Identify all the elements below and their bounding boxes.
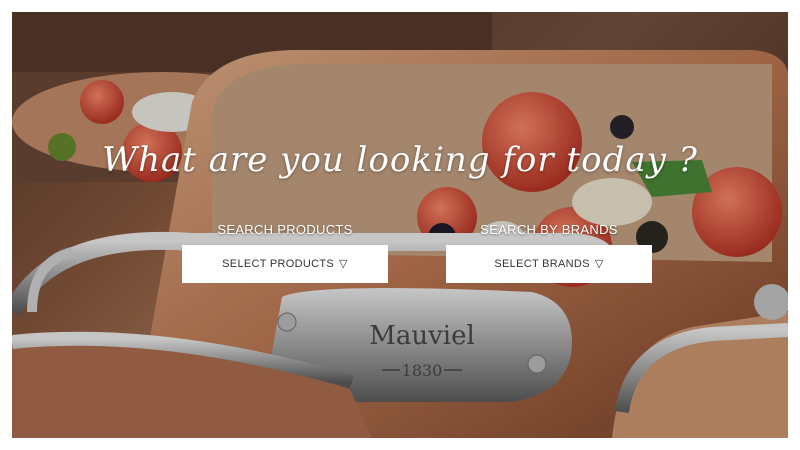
search-brands-label: SEARCH BY BRANDS xyxy=(480,222,618,237)
search-products-group: SEARCH PRODUCTS SELECT PRODUCTS ▽ xyxy=(182,222,388,283)
triangle-down-icon: ▽ xyxy=(339,258,348,270)
triangle-down-icon: ▽ xyxy=(594,258,604,270)
search-products-label: SEARCH PRODUCTS xyxy=(217,222,353,237)
select-brands-dropdown[interactable]: SELECT BRANDS ▽ xyxy=(446,245,652,283)
hero-headline: What are you looking for today ? xyxy=(102,140,698,180)
image-overlay xyxy=(12,12,788,438)
select-products-dropdown[interactable]: SELECT PRODUCTS ▽ xyxy=(182,245,388,283)
search-brands-group: SEARCH BY BRANDS SELECT BRANDS ▽ xyxy=(446,222,652,283)
select-brands-text: SELECT BRANDS xyxy=(494,258,590,270)
select-products-text: SELECT PRODUCTS xyxy=(222,258,335,270)
hero-banner: Mauviel 1830 What are you looking for to… xyxy=(12,12,788,438)
